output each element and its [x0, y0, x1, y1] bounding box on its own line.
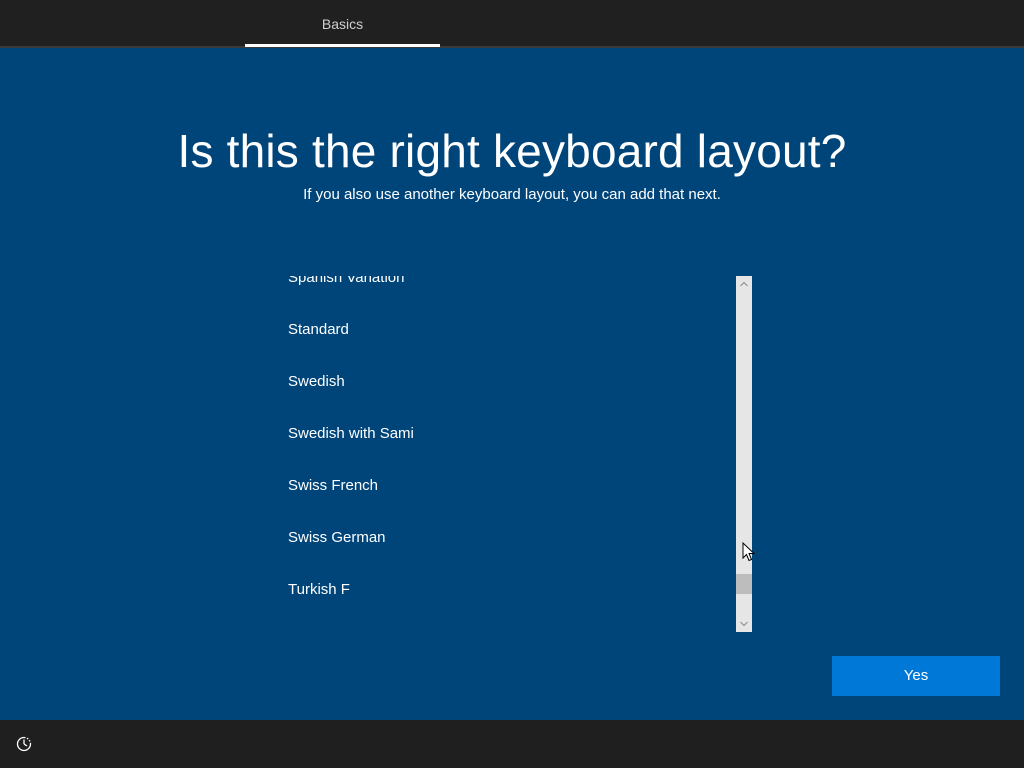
list-item[interactable]: Swedish — [288, 370, 345, 394]
tab-active-indicator — [245, 44, 440, 47]
top-bar: Basics — [0, 0, 1024, 48]
chevron-up-icon[interactable] — [736, 276, 752, 292]
page-subtitle: If you also use another keyboard layout,… — [303, 186, 721, 203]
ease-of-access-icon[interactable] — [14, 734, 34, 754]
page-title: Is this the right keyboard layout? — [177, 125, 847, 177]
chevron-down-icon[interactable] — [736, 616, 752, 632]
list-scrollbar[interactable] — [736, 276, 752, 632]
list-item[interactable]: Turkish F — [288, 578, 350, 602]
tab-basics[interactable]: Basics — [245, 0, 440, 46]
list-item[interactable]: Spanish Variation — [288, 276, 404, 290]
list-item[interactable]: Swedish with Sami — [288, 422, 414, 446]
scroll-thumb[interactable] — [736, 574, 752, 594]
keyboard-layout-list[interactable]: Spanish Variation Standard Swedish Swedi… — [272, 276, 734, 632]
yes-button[interactable]: Yes — [832, 656, 1000, 696]
mouse-cursor-icon — [742, 542, 756, 562]
bottom-bar — [0, 720, 1024, 768]
list-item[interactable]: Standard — [288, 318, 349, 342]
list-item[interactable]: Swiss German — [288, 526, 386, 550]
list-item[interactable]: Swiss French — [288, 474, 378, 498]
oobe-screen: Basics Is this the right keyboard layout… — [0, 0, 1024, 768]
